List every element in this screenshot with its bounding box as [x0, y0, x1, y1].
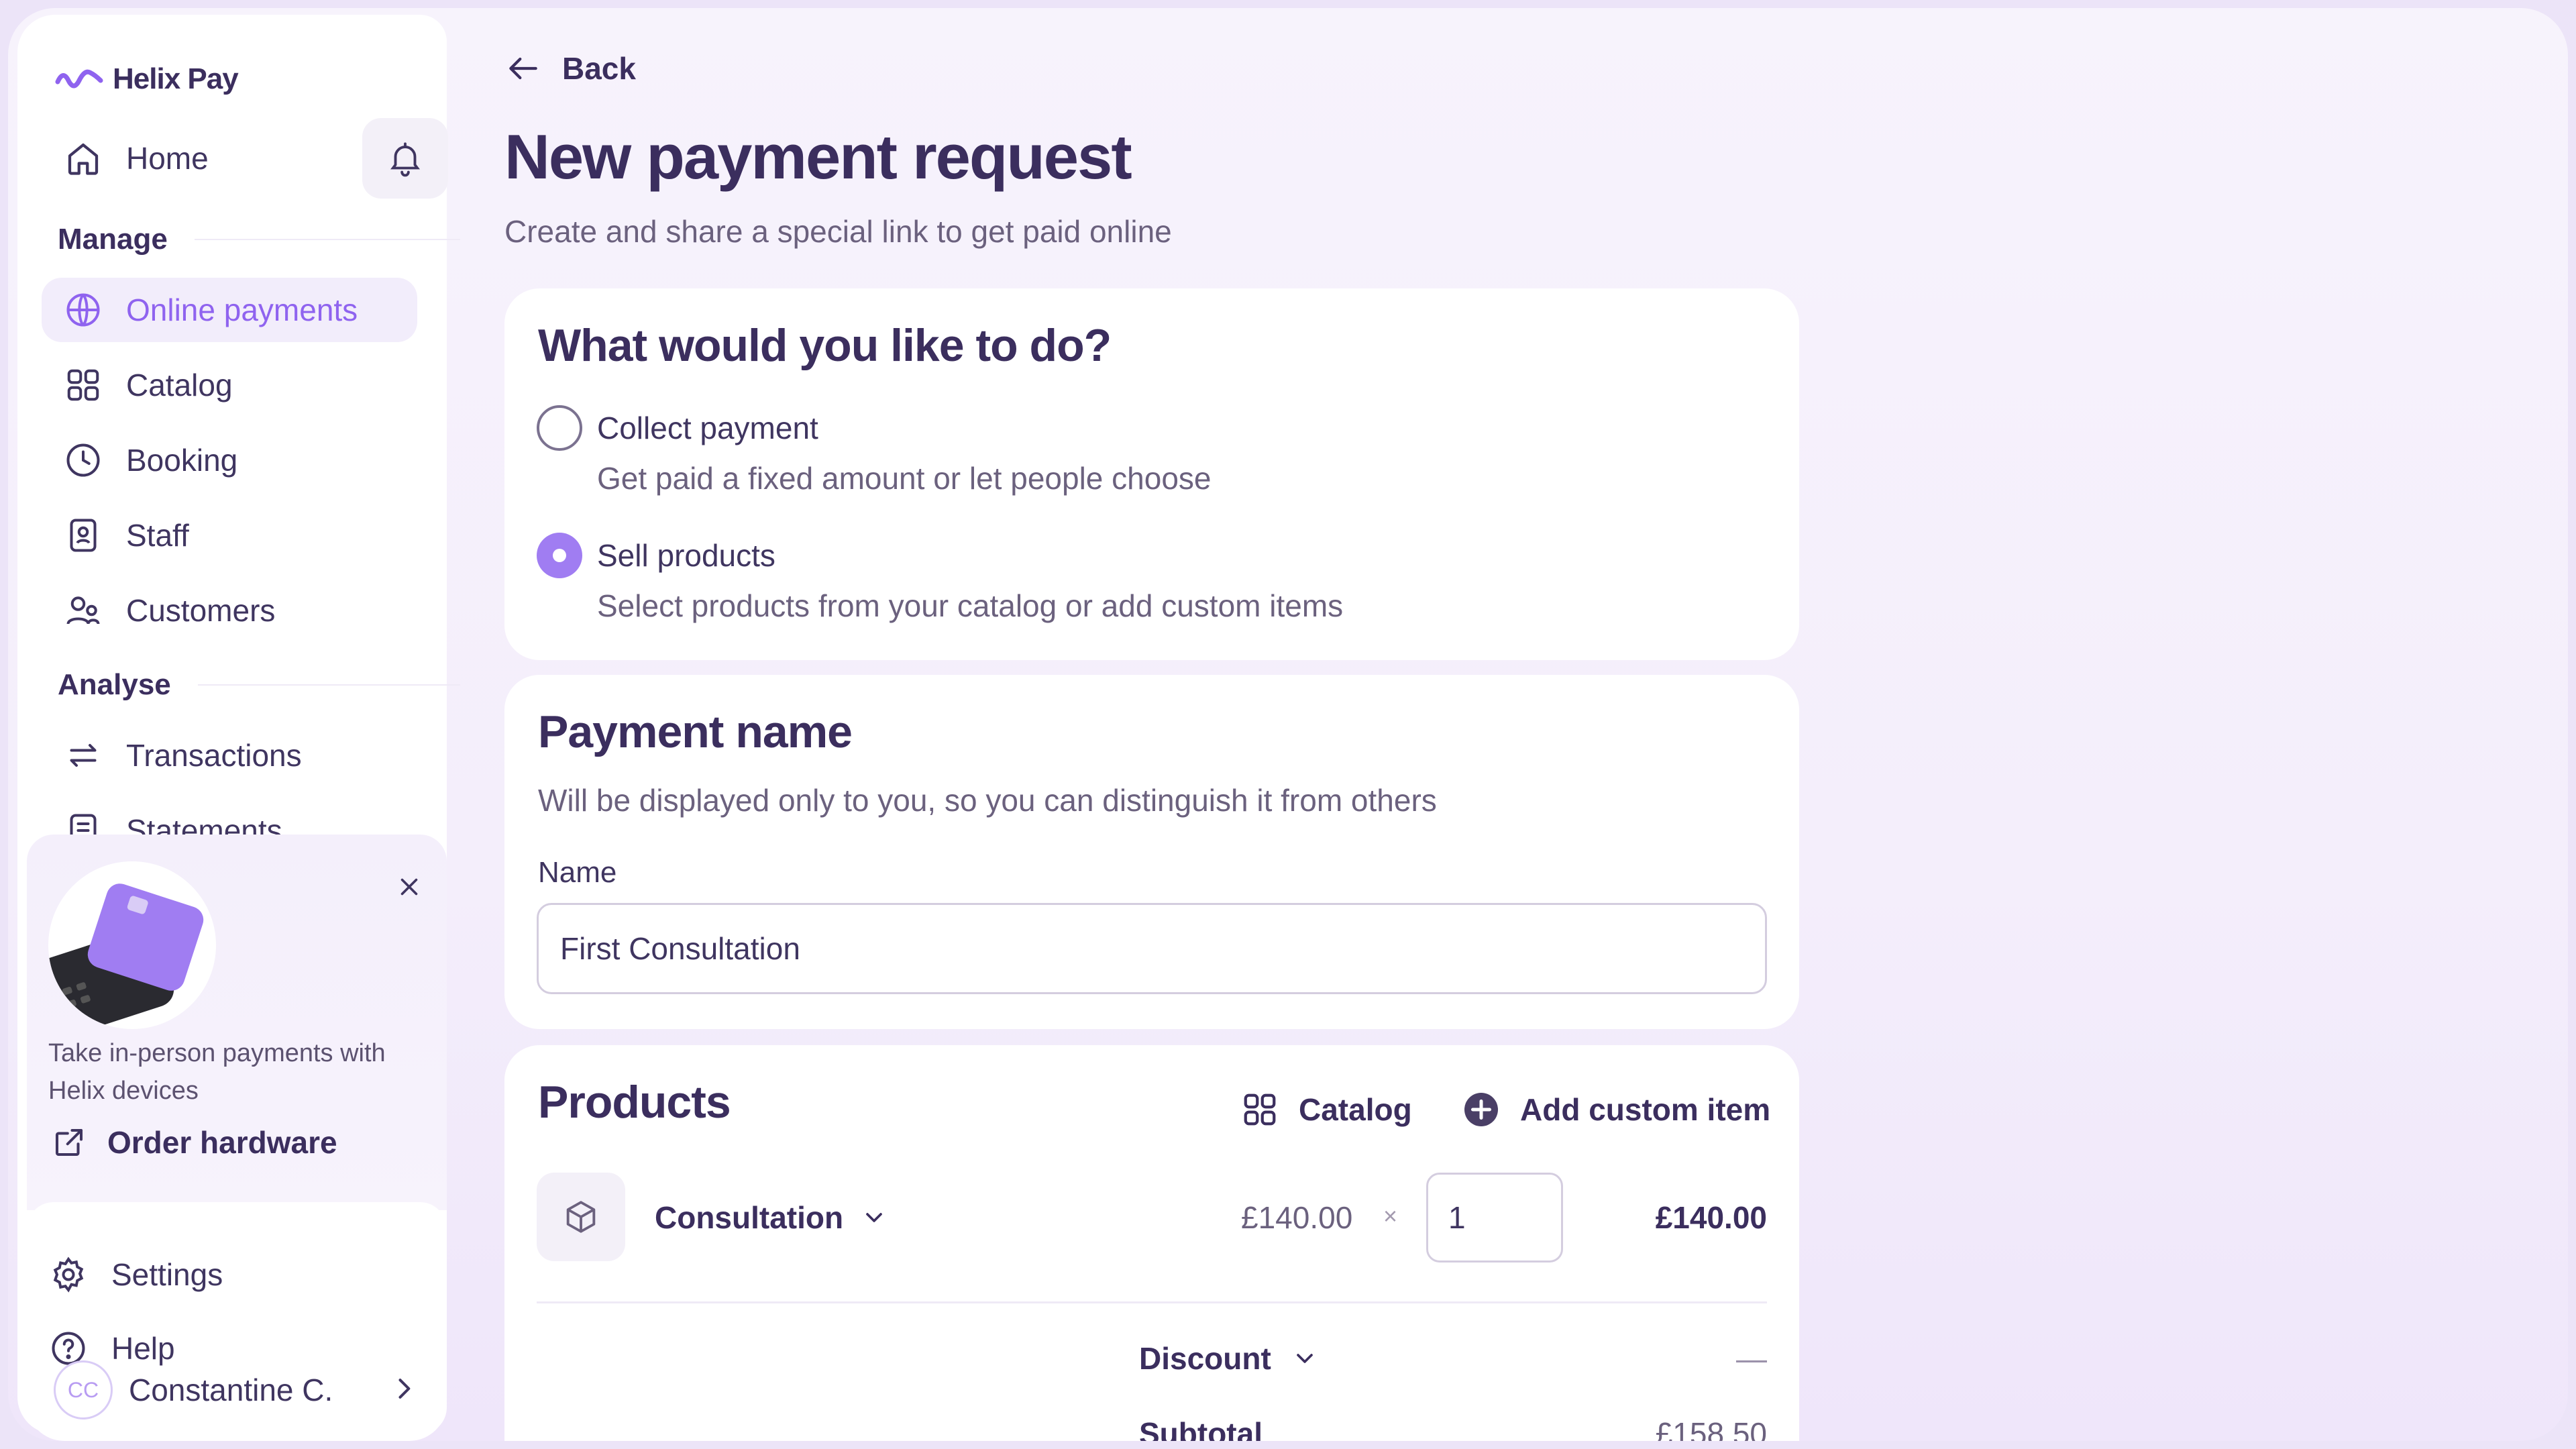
- option-label: Collect payment: [597, 411, 818, 445]
- payment-name-card: Payment name Will be displayed only to y…: [504, 675, 1799, 1029]
- discount-value: —: [1736, 1341, 1767, 1376]
- sidebar-item-online-payments[interactable]: Online payments: [42, 278, 417, 342]
- order-hardware-label: Order hardware: [107, 1125, 337, 1160]
- chevron-right-icon[interactable]: [389, 1374, 419, 1403]
- sidebar-item-label: Staff: [126, 518, 189, 553]
- section-label: Manage: [58, 223, 168, 256]
- intent-card: What would you like to do? Collect payme…: [504, 288, 1799, 660]
- plus-circle-icon: [1464, 1093, 1498, 1126]
- payment-name-desc: Will be displayed only to you, so you ca…: [538, 783, 1437, 818]
- radio-collect-payment[interactable]: [537, 405, 582, 451]
- add-custom-item-label: Add custom item: [1520, 1092, 1771, 1127]
- product-total: £140.00: [1655, 1200, 1767, 1235]
- helix-logo-icon: [55, 69, 103, 89]
- avatar: CC: [54, 1360, 113, 1419]
- clock-icon: [66, 443, 100, 477]
- add-custom-item-button[interactable]: Add custom item: [1461, 1089, 1770, 1130]
- option-desc: Select products from your catalog or add…: [597, 588, 1344, 623]
- product-thumbnail: [537, 1173, 625, 1261]
- arrow-left-icon: [509, 57, 537, 80]
- grid-icon: [67, 369, 99, 401]
- back-label: Back: [562, 51, 636, 86]
- logo[interactable]: Helix Pay: [55, 59, 239, 99]
- gear-icon: [53, 1256, 84, 1293]
- chevron-down-icon: [866, 1213, 882, 1222]
- users-icon: [66, 596, 100, 625]
- product-price: £140.00: [1241, 1200, 1353, 1235]
- products-card: Products Catalog Add custom item Consult…: [504, 1045, 1799, 1441]
- divider: [537, 1301, 1767, 1303]
- app-name: Helix Pay: [113, 62, 239, 95]
- section-manage: Manage: [58, 223, 460, 256]
- product-select[interactable]: Consultation: [655, 1199, 888, 1236]
- sidebar-item-settings[interactable]: Settings: [27, 1242, 402, 1307]
- external-link-icon: [55, 1128, 83, 1157]
- option-label: Sell products: [597, 538, 775, 573]
- quantity-input[interactable]: [1426, 1173, 1563, 1263]
- intent-title: What would you like to do?: [538, 320, 1112, 371]
- order-hardware-link[interactable]: Order hardware: [51, 1124, 337, 1161]
- grid-icon: [1244, 1093, 1276, 1126]
- promo-text: Take in-person payments with Helix devic…: [48, 1039, 386, 1105]
- sidebar-item-catalog[interactable]: Catalog: [42, 353, 417, 417]
- sidebar-item-customers[interactable]: Customers: [42, 578, 417, 643]
- close-icon: [400, 878, 418, 896]
- sidebar-item-label: Booking: [126, 443, 238, 478]
- name-input[interactable]: [537, 903, 1767, 994]
- sidebar-item-staff[interactable]: Staff: [42, 503, 417, 568]
- user-menu[interactable]: CC Constantine C.: [54, 1360, 333, 1419]
- catalog-button[interactable]: Catalog: [1240, 1089, 1412, 1130]
- back-button[interactable]: Back: [504, 50, 636, 87]
- chevron-down-icon: [1296, 1354, 1313, 1363]
- section-rule: [194, 239, 460, 240]
- product-row: Consultation £140.00 × £140.00: [537, 1173, 1767, 1263]
- option-desc: Get paid a fixed amount or let people ch…: [597, 461, 1212, 496]
- sidebar-item-home[interactable]: Home: [42, 126, 350, 191]
- subtotal-label: Subtotal: [1139, 1416, 1263, 1441]
- bell-icon: [390, 142, 420, 177]
- sidebar-item-label: Settings: [111, 1257, 223, 1292]
- product-name: Consultation: [655, 1200, 844, 1235]
- sidebar-item-label: Online payments: [126, 292, 358, 327]
- section-analyse: Analyse: [58, 668, 460, 702]
- card-reader-illustration: [48, 861, 216, 1029]
- box-icon: [566, 1201, 596, 1233]
- payment-name-title: Payment name: [538, 706, 853, 757]
- page-subtitle: Create and share a special link to get p…: [504, 214, 1172, 249]
- sidebar-item-label: Customers: [126, 593, 276, 628]
- catalog-label: Catalog: [1299, 1092, 1412, 1127]
- sidebar-item-label: Transactions: [126, 738, 302, 773]
- option-sell-products[interactable]: Sell products: [537, 533, 775, 578]
- products-title: Products: [538, 1077, 731, 1128]
- discount-label: Discount: [1139, 1341, 1271, 1376]
- home-icon: [68, 143, 99, 175]
- user-name: Constantine C.: [129, 1373, 333, 1407]
- transfer-icon: [70, 744, 97, 767]
- hardware-promo: Take in-person payments with Helix devic…: [27, 835, 447, 1210]
- sidebar-footer: Settings Help CC Constantine C.: [27, 1202, 447, 1441]
- option-collect-payment[interactable]: Collect payment: [537, 405, 818, 451]
- discount-toggle[interactable]: Discount: [1139, 1340, 1318, 1377]
- notifications-button[interactable]: [362, 118, 448, 199]
- app-window: Helix Pay Home Manage Online payments Ca…: [8, 8, 2568, 1441]
- globe-icon: [66, 293, 100, 327]
- close-promo-button[interactable]: [390, 868, 428, 906]
- section-rule: [197, 684, 460, 686]
- sidebar-item-label: Catalog: [126, 368, 233, 402]
- sidebar-item-booking[interactable]: Booking: [42, 428, 417, 492]
- subtotal-value: £158.50: [1655, 1416, 1767, 1441]
- radio-sell-products[interactable]: [537, 533, 582, 578]
- badge-icon: [70, 519, 97, 552]
- name-field-label: Name: [538, 856, 617, 889]
- page-title: New payment request: [504, 121, 1132, 192]
- sidebar-item-label: Home: [126, 141, 209, 176]
- section-label: Analyse: [58, 668, 171, 701]
- multiply-sign: ×: [1383, 1202, 1398, 1230]
- sidebar-item-transactions[interactable]: Transactions: [42, 723, 417, 788]
